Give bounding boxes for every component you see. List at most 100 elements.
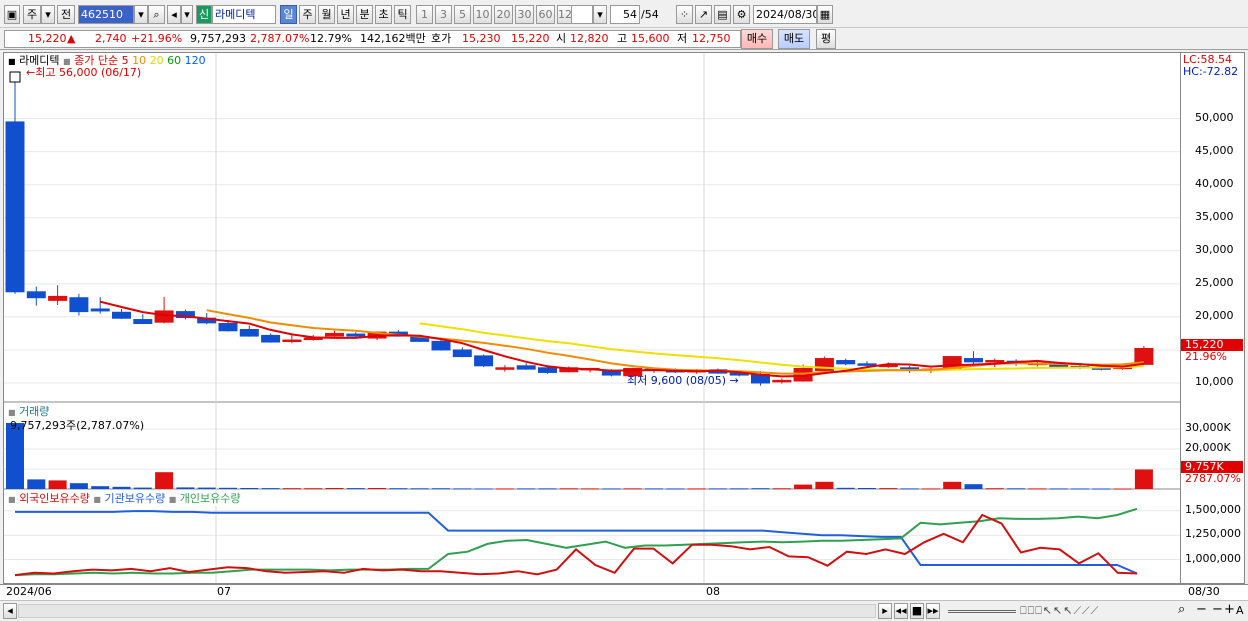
volume-bar [1113, 488, 1132, 490]
x-label-start: 2024/06 [6, 585, 52, 598]
chevron-down-icon[interactable]: ▾ [593, 5, 607, 24]
chevron-down-icon[interactable]: ▾ [41, 5, 55, 24]
holding-tick: 1,250,000 [1185, 527, 1241, 541]
eval-button[interactable]: 평 [816, 29, 836, 49]
gear-icon[interactable]: ⚙ [733, 5, 750, 24]
grid-icon[interactable]: ⁘ [676, 5, 693, 24]
chevron-down-icon[interactable]: ▾ [181, 5, 193, 24]
scroll-left-icon[interactable]: ◂ [3, 603, 17, 619]
interval-button-1[interactable]: 3 [435, 5, 452, 24]
horizontal-scrollbar[interactable] [18, 604, 876, 618]
candle-body [772, 379, 792, 383]
price-tick: 50,000 [1195, 110, 1234, 124]
stock-code-input[interactable]: 462510 [78, 5, 134, 24]
legend-square-icon: ■ [93, 495, 101, 504]
minus-icon[interactable]: − [1212, 603, 1223, 616]
count-input[interactable]: 54 [610, 5, 640, 24]
speaker-icon[interactable]: ◂ [167, 5, 181, 24]
volume-bar [432, 488, 450, 490]
interval-button-5[interactable]: 30 [515, 5, 534, 24]
period-tab-0[interactable]: 일 [280, 5, 297, 24]
calendar-icon[interactable]: ▦ [817, 5, 833, 24]
quote-bar: 15,220 ▲ 2,740 +21.96% 9,757,293 2,787.0… [0, 28, 1248, 50]
ma-period-20: 20 [149, 54, 164, 67]
volume-bar [858, 488, 876, 489]
candle-body [325, 332, 344, 337]
volume-bar [1092, 488, 1111, 490]
volume-bar [836, 487, 855, 489]
volume-bar [751, 488, 770, 490]
volume-bar [368, 488, 387, 489]
custom-interval-input[interactable] [571, 5, 593, 24]
last-volume-pct: 2787.07% [1185, 472, 1241, 485]
volume-bar [900, 488, 919, 490]
auto-scale-icon[interactable]: A [1236, 605, 1244, 617]
chart-area[interactable]: ■ 라메디텍 ■ 종가 단순 5 10 20 60 120 ←최고 56,000… [3, 52, 1181, 584]
volume-bar [943, 481, 962, 489]
zoom-out-icon[interactable]: − [1196, 603, 1207, 616]
stop-icon[interactable]: ■ [910, 603, 924, 619]
candle-body [836, 360, 856, 365]
high-price: 15,600 [631, 32, 670, 45]
fast-forward-icon[interactable]: ▸▸ [926, 603, 940, 619]
volume-bar [794, 484, 813, 489]
prev-button[interactable]: 전 [57, 5, 75, 24]
code-dropdown-icon[interactable]: ▾ [134, 5, 148, 24]
interval-button-2[interactable]: 5 [454, 5, 471, 24]
interval-button-4[interactable]: 20 [494, 5, 513, 24]
rewind-icon[interactable]: ◂◂ [894, 603, 908, 619]
price-tick: 20,000 [1195, 308, 1234, 322]
period-tab-3[interactable]: 년 [337, 5, 354, 24]
volume-bar [219, 487, 237, 489]
volume-bar [325, 488, 344, 489]
candle-body [239, 328, 259, 337]
candle-body [26, 291, 46, 299]
period-tab-4[interactable]: 분 [356, 5, 373, 24]
save-icon[interactable]: ▤ [714, 5, 731, 24]
date-input[interactable]: 2024/08/30 [753, 5, 817, 24]
volume-bar [623, 488, 642, 490]
individual-holding-label: 개인보유수량 [179, 492, 241, 505]
volume-bar [708, 488, 727, 490]
candle-body [69, 297, 89, 313]
right-arrow-icon: → [729, 374, 739, 387]
volume-bar [517, 488, 536, 490]
volume-bar [879, 488, 898, 490]
scroll-right-icon[interactable]: ▸ [878, 603, 892, 619]
search-icon[interactable]: ⌕ [148, 5, 165, 24]
interval-button-3[interactable]: 10 [473, 5, 492, 24]
volume-bar [602, 488, 621, 490]
candle-body [218, 323, 238, 332]
trade-amount: 142,162백만 [360, 32, 426, 45]
price-tick: 40,000 [1195, 176, 1234, 190]
price-tick: 35,000 [1195, 209, 1234, 223]
period-tab-2[interactable]: 월 [318, 5, 335, 24]
buy-button[interactable]: 매수 [741, 29, 773, 49]
volume-bar [1134, 469, 1153, 489]
last-price: 15,220 [28, 32, 67, 45]
magnifier-icon[interactable]: ⌕ [1178, 603, 1185, 616]
holding-line-institution [15, 510, 1138, 575]
sell-button[interactable]: 매도 [778, 29, 810, 49]
period-tab-1[interactable]: 주 [299, 5, 316, 24]
top-toolbar: ▣ 주 ▾ 전 462510 ▾ ⌕ ◂ ▾ 신 라메디텍 일주월년분초틱 13… [0, 0, 1248, 28]
zoom-slider[interactable] [948, 610, 1016, 613]
volume-bar [389, 488, 408, 490]
draw-icon[interactable]: ↗ [695, 5, 712, 24]
volume-bar [304, 488, 323, 490]
period-tab-6[interactable]: 틱 [394, 5, 411, 24]
interval-button-0[interactable]: 1 [416, 5, 433, 24]
volume-bar [964, 484, 983, 489]
volume-bar [6, 423, 24, 489]
hc-value: HC:-72.82 [1183, 65, 1239, 78]
stock-name-field[interactable]: 라메디텍 [212, 5, 276, 24]
period-type-select[interactable]: 주 [23, 5, 41, 24]
volume-bar [91, 486, 110, 489]
window-menu-icon[interactable]: ▣ [4, 5, 20, 24]
zoom-in-icon[interactable]: + [1224, 603, 1235, 616]
volume-bar [197, 487, 216, 489]
interval-button-6[interactable]: 60 [536, 5, 555, 24]
period-tab-5[interactable]: 초 [375, 5, 392, 24]
drawing-tools-icon[interactable]: ⎕⎕⎕↖↖↖⟋⟋⟋ [1020, 605, 1099, 617]
new-listing-badge: 신 [196, 5, 212, 24]
